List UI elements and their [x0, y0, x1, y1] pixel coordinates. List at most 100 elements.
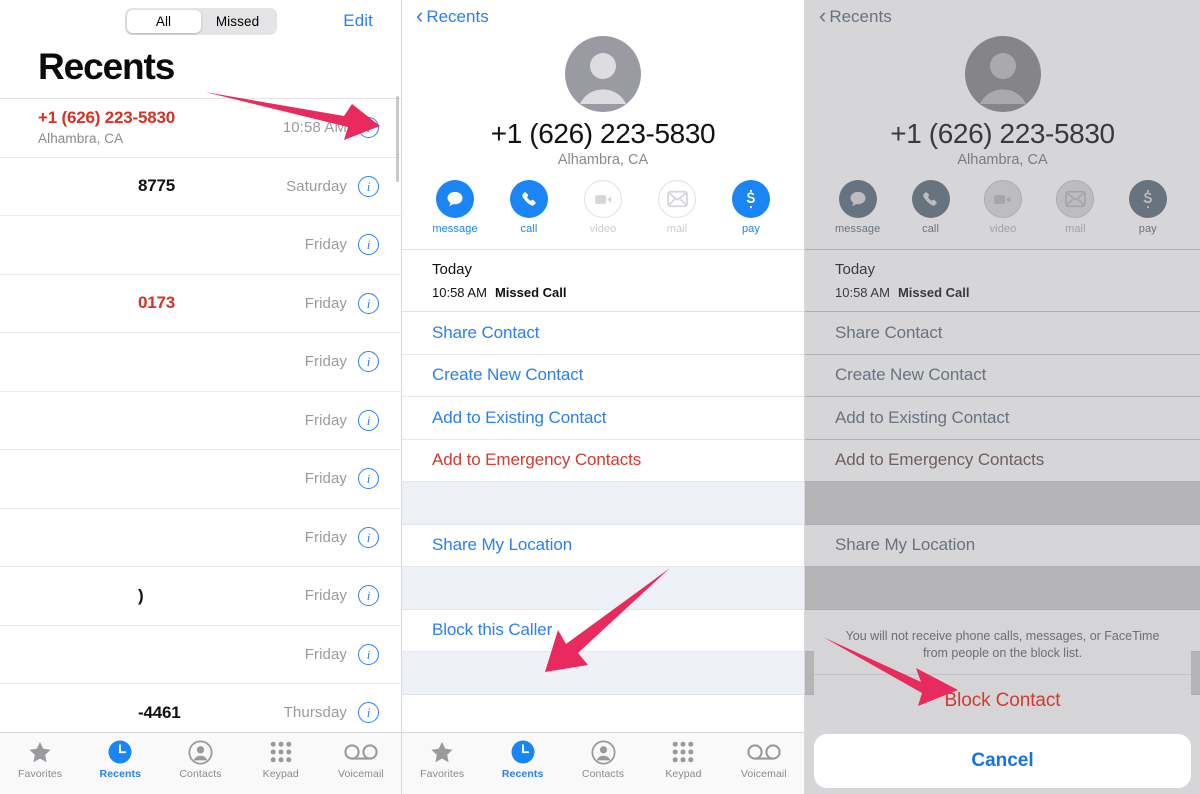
- tab-label: Voicemail: [337, 768, 384, 780]
- detail-nav: ‹ Recents: [402, 0, 804, 34]
- info-icon[interactable]: i: [358, 526, 379, 548]
- tab-label: Keypad: [665, 768, 702, 780]
- segment-all[interactable]: All: [126, 9, 201, 33]
- call-row[interactable]: +1 (626) 223-5830 Alhambra, CA 10:58 AM i: [0, 99, 401, 158]
- call-row[interactable]: Friday i: [0, 392, 401, 450]
- dollar-icon: [732, 180, 770, 218]
- menu-item-create-new-contact[interactable]: Create New Contact: [402, 355, 804, 397]
- tab-keypad[interactable]: Keypad: [241, 739, 321, 780]
- block-action-sheet: You will not receive phone calls, messag…: [814, 617, 1191, 788]
- call-row[interactable]: Friday i: [0, 509, 401, 567]
- block-confirmation-panel: ‹ Recents +1 (626) 223-5830 Alhambra, CA mes…: [805, 0, 1200, 794]
- call-row[interactable]: Friday i: [0, 333, 401, 392]
- redacted-menu-row: [402, 652, 804, 695]
- menu-item-add-to-emergency-contacts[interactable]: Add to Emergency Contacts: [402, 440, 804, 482]
- call-row-number: -4461: [138, 702, 181, 722]
- tab-label: Keypad: [262, 768, 299, 780]
- call-row-number: 0173: [138, 293, 176, 313]
- call-row-meta: Friday i: [305, 409, 379, 431]
- back-to-recents-button[interactable]: ‹ Recents: [819, 5, 892, 27]
- tab-label: Favorites: [420, 768, 465, 780]
- action-label: pay: [1138, 223, 1157, 235]
- menu-item-create-new-contact[interactable]: Create New Contact: [805, 355, 1200, 397]
- edit-button[interactable]: Edit: [343, 11, 373, 31]
- action-label: mail: [666, 223, 688, 235]
- tab-contacts[interactable]: Contacts: [563, 739, 643, 780]
- back-to-recents-button[interactable]: ‹ Recents: [416, 5, 489, 27]
- avatar: [402, 36, 804, 112]
- menu-item-add-to-emergency-contacts[interactable]: Add to Emergency Contacts: [805, 440, 1200, 482]
- info-icon[interactable]: i: [358, 702, 379, 724]
- call-row-number: ): [138, 585, 144, 605]
- voicemail-icon: [747, 739, 781, 765]
- action-sheet-group: You will not receive phone calls, messag…: [814, 617, 1191, 726]
- action-call[interactable]: call: [506, 180, 552, 235]
- three-panel-tutorial-screenshot: All Missed Edit Recents +1 (626) 223-583…: [0, 0, 1200, 794]
- call-row[interactable]: Friday i: [0, 450, 401, 509]
- call-row-time: Friday: [304, 587, 347, 605]
- action-label: call: [922, 223, 940, 235]
- menu-item-add-to-existing-contact[interactable]: Add to Existing Contact: [402, 397, 804, 440]
- call-row-time: Friday: [304, 645, 347, 663]
- clock-icon: [108, 739, 132, 765]
- tab-voicemail[interactable]: Voicemail: [724, 739, 804, 780]
- tab-contacts[interactable]: Contacts: [160, 739, 240, 780]
- action-call[interactable]: call: [908, 180, 952, 235]
- info-icon[interactable]: i: [358, 117, 379, 139]
- call-row-meta: Thursday i: [284, 702, 379, 724]
- info-icon[interactable]: i: [358, 351, 379, 373]
- call-row[interactable]: Friday i: [0, 626, 401, 684]
- menu-item-share-my-location[interactable]: Share My Location: [805, 525, 1200, 567]
- contact-location: Alhambra, CA: [957, 152, 1048, 168]
- contact-number: +1 (626) 223-5830: [490, 118, 716, 149]
- recents-list-panel: All Missed Edit Recents +1 (626) 223-583…: [0, 0, 402, 794]
- tab-label: Favorites: [18, 768, 63, 780]
- menu-item-share-my-location[interactable]: Share My Location: [402, 525, 804, 567]
- call-row-identity: ): [38, 585, 144, 606]
- menu-item-share-contact[interactable]: Share Contact: [805, 312, 1200, 355]
- block-contact-button[interactable]: Block Contact: [814, 675, 1191, 726]
- list-scrollbar[interactable]: [396, 96, 399, 182]
- menu-item-block-this-caller[interactable]: Block this Caller: [402, 610, 804, 652]
- menu-item-add-to-existing-contact[interactable]: Add to Existing Contact: [805, 397, 1200, 440]
- tab-keypad[interactable]: Keypad: [643, 739, 723, 780]
- call-row-meta: Friday i: [305, 526, 379, 548]
- tab-recents[interactable]: Recents: [80, 739, 160, 780]
- contacts-icon: [590, 739, 616, 765]
- action-message[interactable]: message: [432, 180, 478, 235]
- info-icon[interactable]: i: [358, 643, 379, 665]
- info-icon[interactable]: i: [358, 234, 379, 256]
- tab-favorites[interactable]: Favorites: [0, 739, 80, 780]
- action-label: video: [989, 223, 1017, 235]
- call-row-meta: Friday i: [304, 643, 379, 665]
- call-row[interactable]: Friday i: [0, 216, 401, 275]
- message-icon: [436, 180, 474, 218]
- action-message[interactable]: message: [835, 180, 880, 235]
- tab-label: Voicemail: [740, 768, 787, 780]
- call-row[interactable]: 0173 Friday i: [0, 275, 401, 333]
- info-icon[interactable]: i: [358, 409, 379, 431]
- call-row[interactable]: 8775 Saturday i: [0, 158, 401, 216]
- tab-recents[interactable]: Recents: [482, 739, 562, 780]
- tab-favorites[interactable]: Favorites: [402, 739, 482, 780]
- call-row-number: +1 (626) 223-5830: [38, 108, 175, 128]
- info-icon[interactable]: i: [358, 585, 379, 607]
- info-icon[interactable]: i: [358, 292, 379, 314]
- call-row-identity: +1 (626) 223-5830 Alhambra, CA: [38, 108, 175, 147]
- action-pay[interactable]: pay: [728, 180, 774, 235]
- info-icon[interactable]: i: [358, 468, 379, 490]
- menu-item-share-contact[interactable]: Share Contact: [402, 312, 804, 355]
- segment-missed[interactable]: Missed: [201, 10, 275, 33]
- tab-label: Recents: [501, 768, 544, 780]
- cancel-button[interactable]: Cancel: [814, 734, 1191, 788]
- call-row[interactable]: ) Friday i: [0, 567, 401, 626]
- phone-tabbar: Favorites Recents Contacts Keypad Voicemail: [402, 732, 804, 794]
- call-filter-segmented-control[interactable]: All Missed: [124, 7, 277, 35]
- info-icon[interactable]: i: [358, 175, 379, 197]
- call-row-identity: -4461: [38, 702, 181, 723]
- tab-voicemail[interactable]: Voicemail: [321, 739, 401, 780]
- call-row-identity: 8775: [38, 176, 175, 196]
- call-history: Today 10:58 AM Missed Call: [805, 250, 1200, 300]
- mail-icon: [658, 180, 696, 218]
- action-pay[interactable]: pay: [1126, 180, 1170, 235]
